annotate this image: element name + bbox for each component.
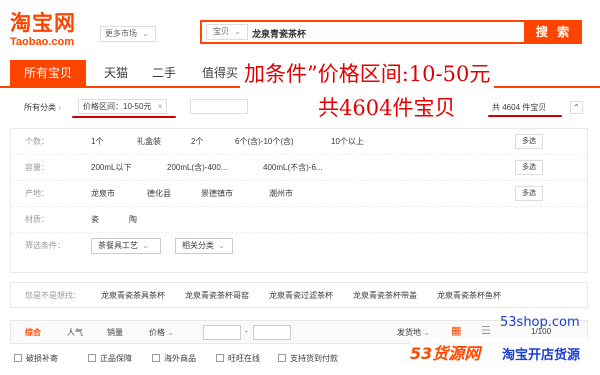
watermark-brand: 53货源网 bbox=[410, 344, 481, 363]
chevron-down-icon: ⌄ bbox=[234, 27, 241, 36]
tab-worth-buying[interactable]: 值得买 bbox=[196, 60, 244, 86]
breadcrumb-root-label: 所有分类 bbox=[24, 103, 56, 112]
filter-option[interactable]: 200mL(含)-400... bbox=[167, 162, 227, 173]
search-button[interactable]: 搜 索 bbox=[526, 20, 582, 44]
result-count: 共 4604 件宝贝 bbox=[492, 103, 547, 112]
price-filter-tag[interactable]: 价格区间：10-50元 × bbox=[78, 99, 168, 114]
category-dropdown[interactable]: 相关分类 ⌄ bbox=[175, 238, 233, 254]
search-category-label: 宝贝 bbox=[213, 27, 229, 36]
filter-row-capacity: 容量： 200mL以下 200mL(含)-400... 400mL(不含)-6.… bbox=[11, 155, 587, 181]
tab-secondhand[interactable]: 二手 bbox=[144, 60, 184, 86]
chevron-down-icon: ⌄ bbox=[142, 241, 149, 250]
checkbox-overseas[interactable]: 海外商品 bbox=[152, 353, 196, 364]
breadcrumb: 所有分类 › 价格区间：10-50元 × 共 4604 件宝贝 ⌃ bbox=[0, 94, 600, 122]
suggestions-label: 您是不是想找： bbox=[25, 291, 81, 300]
filter-option[interactable]: 200mL以下 bbox=[91, 162, 131, 173]
filter-label: 个数： bbox=[25, 137, 49, 146]
filter-option[interactable]: 潮州市 bbox=[269, 188, 293, 199]
close-icon[interactable]: × bbox=[158, 102, 163, 111]
logo-text-en: Taobao.com bbox=[10, 36, 74, 48]
craft-dropdown-label: 茶餐具工艺 bbox=[98, 241, 138, 250]
sort-price[interactable]: 价格 ⌄ bbox=[149, 327, 174, 338]
craft-dropdown[interactable]: 茶餐具工艺 ⌄ bbox=[91, 238, 161, 254]
suggestion-link[interactable]: 龙泉青瓷茶杯带盖 bbox=[353, 290, 417, 301]
price-filter-tag-label: 价格区间：10-50元 bbox=[83, 102, 152, 111]
collapse-icon[interactable]: ⌃ bbox=[570, 101, 583, 114]
filter-option[interactable]: 2个 bbox=[191, 136, 203, 147]
multi-select-button[interactable]: 多选 bbox=[515, 186, 543, 201]
chevron-down-icon: ⌄ bbox=[142, 29, 149, 38]
watermark-slogan: 淘宝开店货源 bbox=[502, 348, 581, 363]
annotation-underline bbox=[488, 115, 562, 117]
filter-panel: 个数： 1个 礼盒装 2个 6个(含)-10个(含) 10个以上 多选 容量： … bbox=[10, 128, 588, 273]
filter-label: 产地： bbox=[25, 189, 49, 198]
multi-select-button[interactable]: 多选 bbox=[515, 160, 543, 175]
filter-option[interactable]: 400mL(不含)-6... bbox=[263, 162, 323, 173]
sort-popularity[interactable]: 人气 bbox=[67, 327, 83, 338]
checkbox-label: 破损补寄 bbox=[26, 354, 58, 363]
price-range-dash: - bbox=[245, 327, 248, 336]
filter-label: 容量： bbox=[25, 163, 49, 172]
search-input[interactable] bbox=[252, 25, 512, 41]
filter-row-material: 材质： 瓷 陶 bbox=[11, 207, 587, 233]
checkbox-icon bbox=[88, 354, 96, 362]
filter-option[interactable]: 10个以上 bbox=[331, 136, 364, 147]
more-market-label: 更多市场 bbox=[105, 29, 137, 38]
tab-all-items[interactable]: 所有宝贝 bbox=[10, 60, 86, 86]
filter-label: 筛选条件： bbox=[25, 241, 65, 250]
price-min-input[interactable] bbox=[203, 325, 241, 340]
sort-price-label: 价格 bbox=[149, 328, 165, 337]
category-dropdown-label: 相关分类 bbox=[182, 241, 214, 250]
filter-option[interactable]: 龙泉市 bbox=[91, 188, 115, 199]
filter-row-origin: 产地： 龙泉市 德化县 景德镇市 潮州市 多选 bbox=[11, 181, 587, 207]
filter-row-quantity: 个数： 1个 礼盒装 2个 6个(含)-10个(含) 10个以上 多选 bbox=[11, 129, 587, 155]
filter-option[interactable]: 陶 bbox=[129, 214, 137, 225]
suggestion-link[interactable]: 龙泉青瓷过滤茶杯 bbox=[269, 290, 333, 301]
checkbox-genuine[interactable]: 正品保障 bbox=[88, 353, 132, 364]
suggestion-link[interactable]: 龙泉青瓷茶杯哥窑 bbox=[185, 290, 249, 301]
suggestions-row: 您是不是想找： 龙泉青瓷茶具茶杯 龙泉青瓷茶杯哥窑 龙泉青瓷过滤茶杯 龙泉青瓷茶… bbox=[10, 282, 588, 308]
search-category-dropdown[interactable]: 宝贝 ⌄ bbox=[206, 24, 248, 40]
taobao-logo[interactable]: 淘宝网 Taobao.com bbox=[10, 12, 92, 48]
checkbox-label: 旺旺在线 bbox=[228, 354, 260, 363]
price-max-input[interactable] bbox=[253, 325, 291, 340]
annotation-underline bbox=[72, 116, 176, 118]
search-within-input[interactable] bbox=[190, 99, 248, 114]
annotation-count: 共4604件宝贝 bbox=[318, 92, 456, 122]
sort-default[interactable]: 综合 bbox=[25, 327, 41, 338]
filter-option[interactable]: 1个 bbox=[91, 136, 103, 147]
multi-select-button[interactable]: 多选 bbox=[515, 134, 543, 149]
chevron-down-icon: ⌄ bbox=[167, 328, 174, 337]
filter-option[interactable]: 6个(含)-10个(含) bbox=[235, 136, 294, 147]
watermark: 53shop.com 53货源网 淘宝开店货源 bbox=[410, 310, 600, 375]
filter-option[interactable]: 景德镇市 bbox=[201, 188, 233, 199]
watermark-url: 53shop.com bbox=[500, 315, 580, 330]
filter-label: 材质： bbox=[25, 215, 49, 224]
filter-row-conditions: 筛选条件： 茶餐具工艺 ⌄ 相关分类 ⌄ bbox=[11, 233, 587, 259]
filter-option[interactable]: 瓷 bbox=[91, 214, 99, 225]
chevron-right-icon: › bbox=[58, 103, 61, 112]
annotation-price-filter: 加条件”价格区间:10-50元 bbox=[240, 58, 495, 88]
more-market-dropdown[interactable]: 更多市场 ⌄ bbox=[100, 26, 156, 42]
suggestion-link[interactable]: 龙泉青瓷茶杯鱼杯 bbox=[437, 290, 501, 301]
checkbox-icon bbox=[278, 354, 286, 362]
filter-option[interactable]: 德化县 bbox=[147, 188, 171, 199]
tab-tmall[interactable]: 天猫 bbox=[96, 60, 136, 86]
checkbox-label: 海外商品 bbox=[164, 354, 196, 363]
checkbox-wangwang[interactable]: 旺旺在线 bbox=[216, 353, 260, 364]
checkbox-cod[interactable]: 支持货到付款 bbox=[278, 353, 338, 364]
checkbox-label: 正品保障 bbox=[100, 354, 132, 363]
logo-text-cn: 淘宝网 bbox=[10, 11, 76, 35]
suggestion-link[interactable]: 龙泉青瓷茶具茶杯 bbox=[101, 290, 165, 301]
search-box: 宝贝 ⌄ bbox=[200, 20, 526, 44]
chevron-down-icon: ⌄ bbox=[218, 241, 225, 250]
checkbox-icon bbox=[152, 354, 160, 362]
checkbox-icon bbox=[216, 354, 224, 362]
sort-sales[interactable]: 销量 bbox=[107, 327, 123, 338]
checkbox-icon bbox=[14, 354, 22, 362]
filter-option[interactable]: 礼盒装 bbox=[137, 136, 161, 147]
checkbox-damage-resend[interactable]: 破损补寄 bbox=[14, 353, 58, 364]
breadcrumb-root[interactable]: 所有分类 › bbox=[24, 102, 61, 113]
checkbox-label: 支持货到付款 bbox=[290, 354, 338, 363]
